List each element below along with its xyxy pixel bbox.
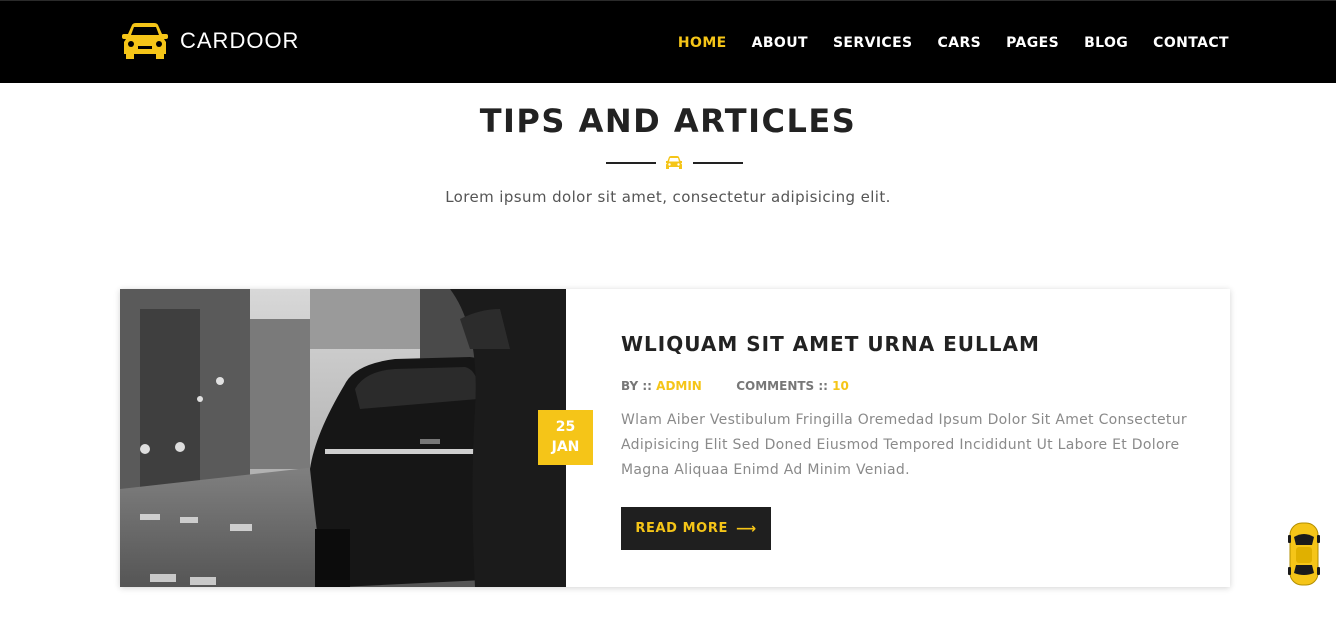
nav-about[interactable]: ABOUT [752, 35, 808, 51]
scroll-to-top-button[interactable] [1288, 521, 1320, 587]
divider-line-left [606, 162, 656, 164]
nav-services[interactable]: SERVICES [833, 35, 913, 51]
logo-text: CARDOOR [180, 28, 300, 53]
article-title[interactable]: WLIQUAM SIT AMET URNA EULLAM [621, 332, 1040, 356]
nav-pages[interactable]: PAGES [1006, 35, 1059, 51]
date-badge: 25 JAN [538, 410, 593, 465]
article-meta: BY :: ADMIN COMMENTS :: 10 [621, 379, 849, 393]
author-link[interactable]: ADMIN [656, 379, 702, 393]
comments-count-link[interactable]: 10 [832, 379, 849, 393]
site-logo[interactable]: CARDOOR [120, 21, 299, 61]
nav-cars[interactable]: CARS [938, 35, 982, 51]
date-month: JAN [551, 439, 580, 455]
car-front-icon [122, 23, 168, 59]
arrow-right-icon: ⟶ [735, 520, 757, 537]
nav-home[interactable]: HOME [678, 35, 727, 51]
car-icon [666, 156, 682, 169]
article-image[interactable] [120, 289, 566, 587]
nav-contact[interactable]: CONTACT [1153, 35, 1229, 51]
divider-line-right [693, 162, 743, 164]
article-body: WLIQUAM SIT AMET URNA EULLAM BY :: ADMIN… [621, 289, 1201, 587]
article-excerpt: Wlam Aiber Vestibulum Fringilla Oremedad… [621, 412, 1187, 478]
title-divider [606, 153, 743, 173]
car-top-view-icon [1288, 522, 1320, 586]
section-title: TIPS AND ARTICLES [479, 102, 857, 140]
main-nav: HOME ABOUT SERVICES CARS PAGES BLOG CONT… [653, 1, 1229, 84]
article-card: 25 JAN WLIQUAM SIT AMET URNA EULLAM BY :… [120, 289, 1230, 587]
comments-label: COMMENTS :: [736, 379, 828, 393]
car-photo [120, 289, 566, 587]
date-day: 25 [555, 419, 576, 435]
by-label: BY :: [621, 379, 652, 393]
site-header: CARDOOR HOME ABOUT SERVICES CARS PAGES B… [0, 0, 1336, 83]
section-subtitle: Lorem ipsum dolor sit amet, consectetur … [445, 188, 891, 206]
read-more-label: READ MORE [635, 521, 728, 536]
read-more-button[interactable]: READ MORE ⟶ [621, 507, 771, 550]
nav-blog[interactable]: BLOG [1084, 35, 1128, 51]
